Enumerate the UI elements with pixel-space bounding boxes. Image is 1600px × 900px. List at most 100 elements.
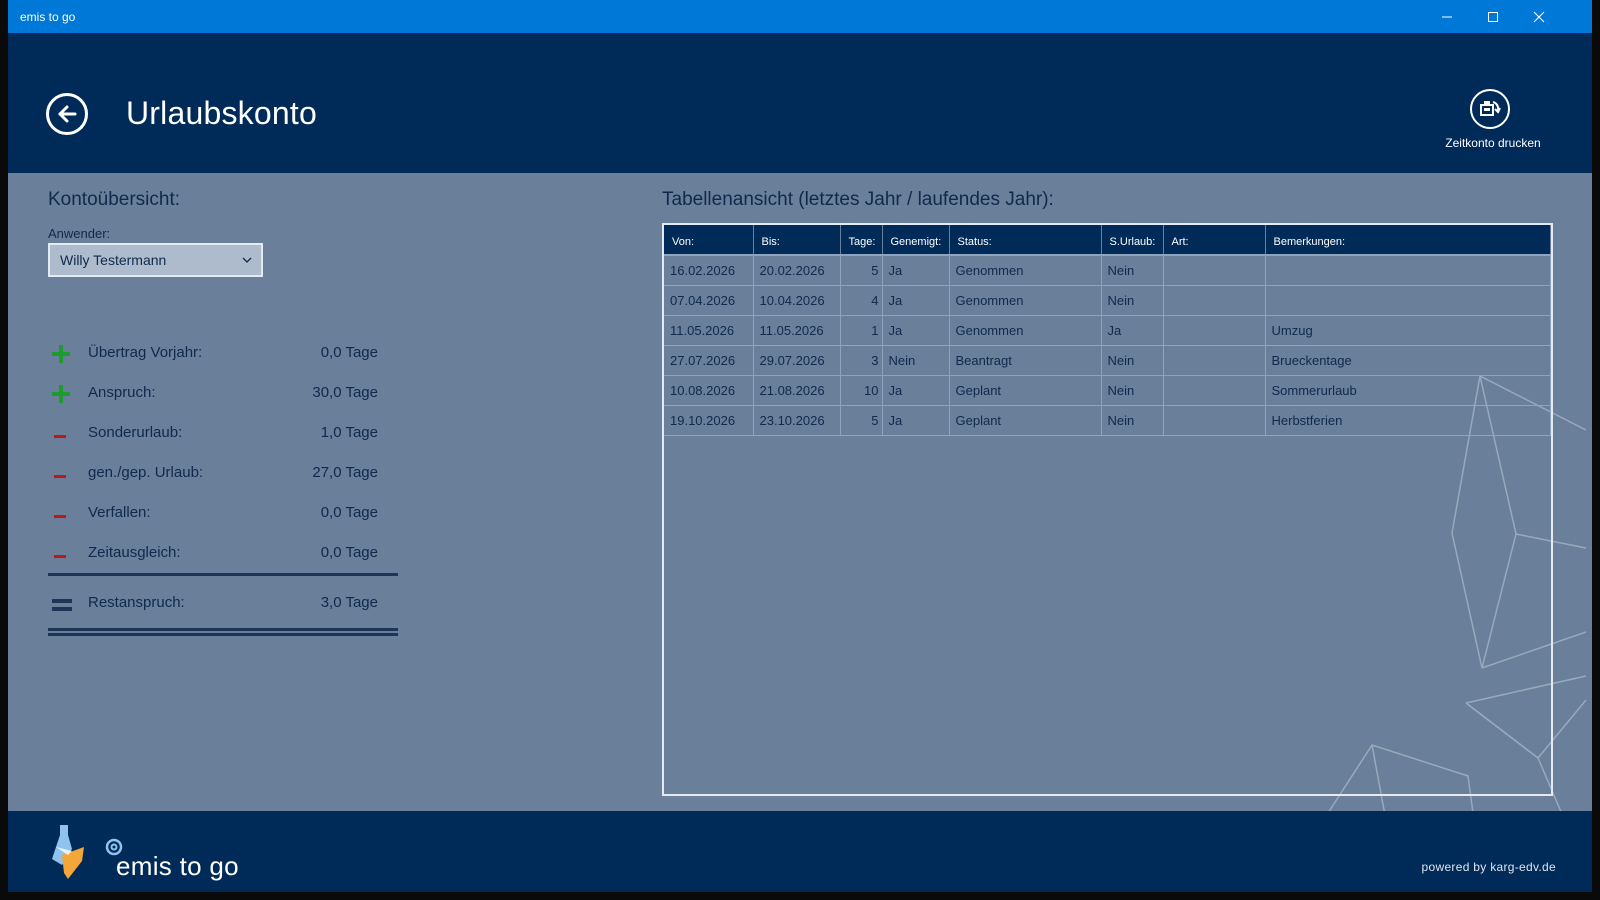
account-row-label: Übertrag Vorjahr: (88, 344, 203, 361)
table-cell: 1 (840, 315, 883, 346)
maximize-icon (1488, 11, 1498, 22)
account-row-value: 0,0 Tage (320, 504, 378, 521)
table-cell (1163, 405, 1266, 436)
table-cell: Genommen (949, 255, 1102, 286)
table-cell: Herbstferien (1265, 405, 1551, 436)
account-row-label: Zeitausgleich: (88, 544, 181, 561)
column-header-special-leave[interactable]: S.Urlaub: (1101, 225, 1164, 256)
table-cell: 4 (840, 285, 883, 316)
table-cell: Sommerurlaub (1265, 375, 1551, 406)
overview-title: Kontoübersicht: (48, 189, 181, 210)
column-header-type[interactable]: Art: (1163, 225, 1266, 256)
table-cell: 21.08.2026 (753, 375, 841, 406)
account-row-label: Sonderurlaub: (88, 424, 183, 441)
table-cell: Umzug (1265, 315, 1551, 346)
table-row[interactable]: 16.02.2026 20.02.2026 5 Ja Genommen Nein (664, 255, 1551, 286)
table-cell: Nein (1101, 285, 1164, 316)
table-cell: Brueckentage (1265, 345, 1551, 376)
account-row-value: 1,0 Tage (320, 424, 378, 441)
table-cell (1163, 315, 1266, 346)
table-cell: Genommen (949, 285, 1102, 316)
table-cell: 3 (840, 345, 883, 376)
table-cell: 19.10.2026 (664, 405, 754, 436)
minus-icon (52, 424, 72, 444)
minimize-button[interactable] (1424, 0, 1470, 33)
table-cell: Geplant (949, 375, 1102, 406)
maximize-button[interactable] (1470, 0, 1516, 33)
table-cell (1265, 285, 1551, 316)
account-row-value: 27,0 Tage (312, 464, 378, 481)
table-cell: Nein (1101, 255, 1164, 286)
column-header-remarks[interactable]: Bemerkungen: (1265, 225, 1551, 256)
column-header-from[interactable]: Von: (664, 225, 754, 256)
table-row[interactable]: 07.04.2026 10.04.2026 4 Ja Genommen Nein (664, 285, 1551, 316)
chevron-down-icon (242, 257, 252, 263)
user-select-value: Willy Testermann (60, 252, 167, 268)
table-cell: 11.05.2026 (664, 315, 754, 346)
table-cell (1163, 285, 1266, 316)
close-icon (1533, 11, 1545, 22)
table-cell: Ja (882, 255, 950, 286)
total-divider-top (48, 628, 398, 631)
table-row[interactable]: 27.07.2026 29.07.2026 3 Nein Beantragt N… (664, 345, 1551, 376)
table-cell: Geplant (949, 405, 1102, 436)
account-row-value: 0,0 Tage (320, 344, 378, 361)
sum-divider (48, 573, 398, 576)
page-title: Urlaubskonto (126, 95, 317, 131)
brand-name: emis to go (116, 851, 239, 881)
table-cell: 5 (840, 405, 883, 436)
column-header-approved[interactable]: Genemigt: (882, 225, 950, 256)
table-cell: 23.10.2026 (753, 405, 841, 436)
table-title: Tabellenansicht (letztes Jahr / laufende… (662, 189, 1054, 210)
print-button[interactable] (1470, 89, 1510, 129)
close-button[interactable] (1516, 0, 1562, 33)
back-button[interactable] (46, 93, 88, 135)
account-row-special-leave: Sonderurlaub: 1,0 Tage (48, 422, 378, 446)
equals-icon (52, 594, 72, 614)
total-divider-bottom (48, 633, 398, 636)
table-cell: Nein (1101, 405, 1164, 436)
table-cell: Beantragt (949, 345, 1102, 376)
plus-icon (52, 344, 72, 364)
table-row[interactable]: 10.08.2026 21.08.2026 10 Ja Geplant Nein… (664, 375, 1551, 406)
table-cell: 10.08.2026 (664, 375, 754, 406)
table-row[interactable]: 19.10.2026 23.10.2026 5 Ja Geplant Nein … (664, 405, 1551, 436)
table-cell: 10.04.2026 (753, 285, 841, 316)
vacation-table: Von: Bis: Tage: Genemigt: Status: S.Urla… (662, 223, 1553, 796)
table-cell: 27.07.2026 (664, 345, 754, 376)
column-header-to[interactable]: Bis: (753, 225, 841, 256)
account-row-value: 0,0 Tage (320, 544, 378, 561)
table-cell: 07.04.2026 (664, 285, 754, 316)
table-cell: Nein (882, 345, 950, 376)
table-cell: Nein (1101, 345, 1164, 376)
account-row-remaining: Restanspruch: 3,0 Tage (48, 592, 378, 616)
table-cell: 11.05.2026 (753, 315, 841, 346)
user-select[interactable]: Willy Testermann (48, 243, 263, 277)
account-row-label: gen./gep. Urlaub: (88, 464, 204, 481)
table-cell: 16.02.2026 (664, 255, 754, 286)
table-cell (1163, 375, 1266, 406)
app-footer: emis to go powered by karg-edv.de (8, 811, 1592, 892)
table-cell: Ja (882, 285, 950, 316)
powered-by[interactable]: powered by karg-edv.de (1422, 860, 1556, 874)
table-cell: 5 (840, 255, 883, 286)
account-row-label: Verfallen: (88, 504, 151, 521)
print-icon (1480, 101, 1501, 116)
account-row-time-compensation: Zeitausgleich: 0,0 Tage (48, 542, 378, 566)
column-header-status[interactable]: Status: (949, 225, 1102, 256)
table-row[interactable]: 11.05.2026 11.05.2026 1 Ja Genommen Ja U… (664, 315, 1551, 346)
arrow-left-icon (58, 105, 77, 123)
column-header-days[interactable]: Tage: (840, 225, 883, 256)
account-row-value: 3,0 Tage (320, 594, 378, 611)
table-header-row: Von: Bis: Tage: Genemigt: Status: S.Urla… (664, 225, 1551, 256)
table-cell (1265, 255, 1551, 286)
table-cell: Ja (882, 405, 950, 436)
table-cell: Genommen (949, 315, 1102, 346)
account-row-taken-planned: gen./gep. Urlaub: 27,0 Tage (48, 462, 378, 486)
table-cell: Nein (1101, 375, 1164, 406)
table-cell (1163, 255, 1266, 286)
table-cell: Ja (882, 375, 950, 406)
print-button-label[interactable]: Zeitkonto drucken (1438, 136, 1548, 150)
minus-icon (52, 464, 72, 484)
minimize-icon (1442, 16, 1452, 17)
